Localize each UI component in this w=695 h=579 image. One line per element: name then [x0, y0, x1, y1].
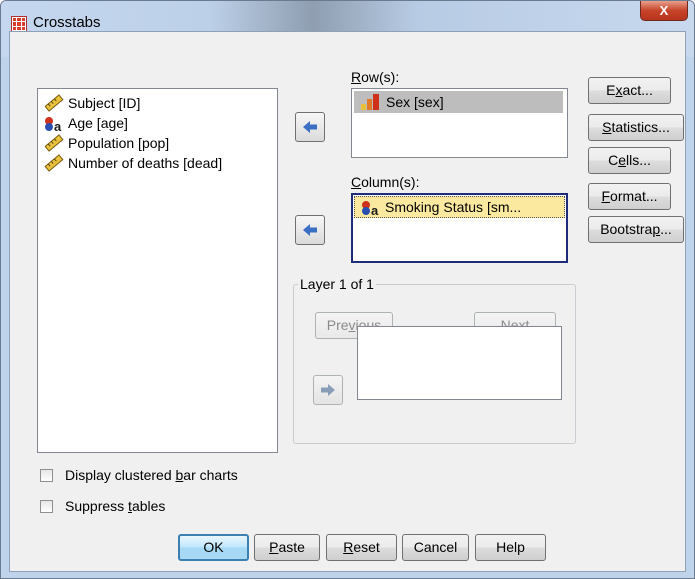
move-to-rows-button[interactable]	[295, 112, 325, 142]
exact-button[interactable]: Exact...	[588, 77, 671, 104]
rows-item-label: Sex [sex]	[386, 94, 444, 110]
ruler-scale-icon	[44, 154, 64, 172]
variable-label: Population [pop]	[68, 135, 170, 151]
crosstabs-dialog: Crosstabs X Subject [ID] a Age [age] Pop…	[0, 0, 695, 579]
variable-label: Number of deaths [dead]	[68, 155, 223, 171]
reset-button[interactable]: Reset	[326, 534, 397, 561]
columns-item-label: Smoking Status [sm...	[385, 199, 522, 215]
checkbox-box[interactable]	[40, 468, 53, 482]
variable-item[interactable]: Population [pop]	[44, 133, 169, 153]
svg-text:a: a	[54, 119, 62, 132]
variable-label: Subject [ID]	[68, 95, 141, 111]
variable-item[interactable]: Number of deaths [dead]	[44, 153, 222, 173]
checkbox-label: Display clustered bar charts	[65, 467, 238, 483]
suppress-tables-checkbox[interactable]: Suppress tables	[40, 498, 165, 514]
close-button[interactable]: X	[640, 1, 688, 21]
layer-list[interactable]	[357, 326, 562, 400]
rows-label: Row(s):	[351, 69, 400, 85]
close-icon: X	[659, 3, 669, 18]
ordinal-icon	[360, 93, 382, 111]
statistics-button[interactable]: Statistics...	[588, 114, 684, 141]
columns-list-item[interactable]: a Smoking Status [sm...	[354, 196, 565, 218]
bootstrap-button[interactable]: Bootstrap...	[588, 216, 684, 243]
rows-list-item[interactable]: Sex [sex]	[354, 91, 563, 113]
arrow-left-icon	[303, 224, 317, 236]
crosstabs-app-icon	[11, 16, 27, 32]
checkbox-box[interactable]	[40, 499, 53, 513]
checkbox-label: Suppress tables	[65, 498, 166, 514]
window-title: Crosstabs	[33, 14, 101, 31]
paste-button[interactable]: Paste	[254, 534, 320, 561]
columns-list[interactable]: a Smoking Status [sm...	[351, 193, 568, 263]
svg-text:a: a	[371, 203, 379, 216]
clustered-bar-charts-checkbox[interactable]: Display clustered bar charts	[40, 467, 238, 483]
source-variable-list[interactable]: Subject [ID] a Age [age] Population [pop…	[37, 88, 278, 453]
arrow-left-icon	[303, 121, 317, 133]
ruler-scale-icon	[44, 94, 64, 112]
move-to-layer-button[interactable]	[313, 375, 343, 405]
nominal-icon: a	[361, 198, 381, 218]
arrow-right-icon	[321, 384, 335, 396]
variable-item[interactable]: a Age [age]	[44, 113, 128, 134]
ruler-scale-icon	[44, 134, 64, 152]
nominal-icon: a	[44, 114, 64, 134]
format-button[interactable]: Format...	[588, 183, 671, 210]
cells-button[interactable]: Cells...	[588, 147, 671, 174]
variable-item[interactable]: Subject [ID]	[44, 93, 140, 113]
move-to-columns-button[interactable]	[295, 215, 325, 245]
help-button[interactable]: Help	[475, 534, 546, 561]
columns-label: Column(s):	[351, 174, 420, 190]
ok-button[interactable]: OK	[178, 534, 249, 561]
variable-label: Age [age]	[68, 115, 128, 131]
dialog-body: Subject [ID] a Age [age] Population [pop…	[9, 31, 686, 572]
cancel-button[interactable]: Cancel	[402, 534, 469, 561]
rows-list[interactable]: Sex [sex]	[351, 88, 568, 158]
layer-group-label: Layer 1 of 1	[298, 276, 376, 292]
